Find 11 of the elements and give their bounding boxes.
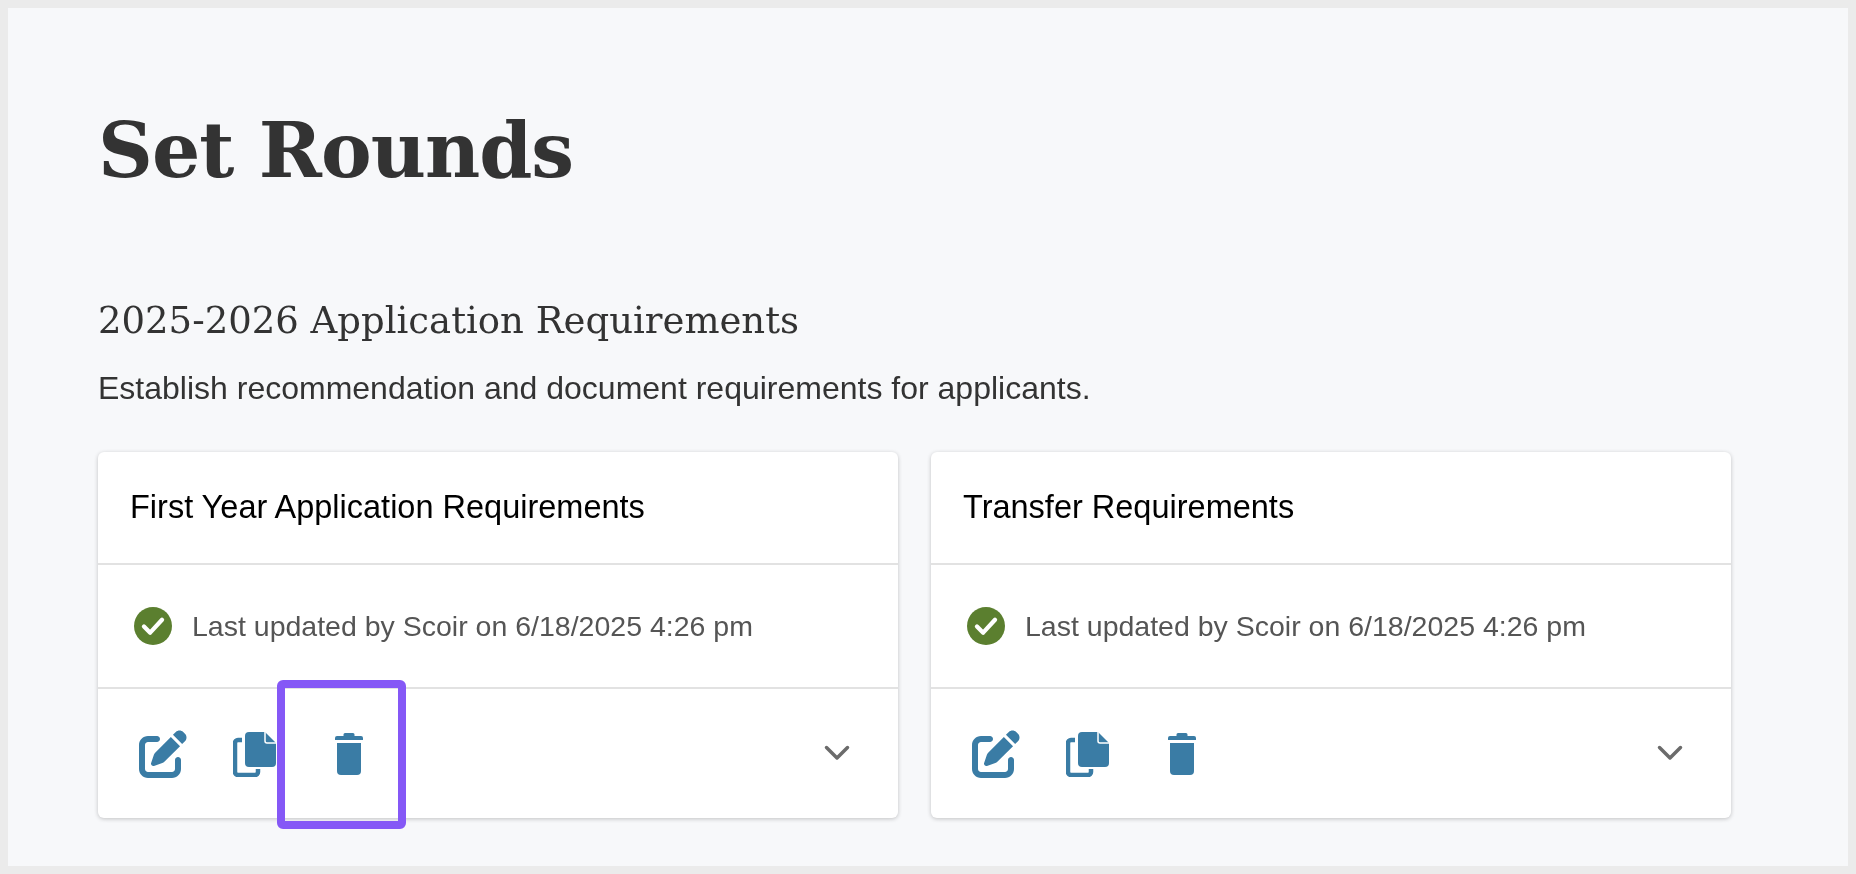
- section-title: 2025-2026 Application Requirements: [98, 302, 800, 339]
- trash-icon: [334, 732, 363, 775]
- card-title: First Year Application Requirements: [130, 491, 645, 524]
- trash-icon: [1167, 732, 1196, 775]
- copy-icon: [1066, 730, 1111, 777]
- card-title: Transfer Requirements: [963, 491, 1295, 524]
- copy-icon: [233, 730, 278, 777]
- last-updated-text: Last updated by Scoir on 6/18/2025 4:26 pm: [192, 611, 753, 641]
- page-title: Set Rounds: [98, 113, 574, 189]
- section-description: Establish recommendation and document requirements for applicants.: [98, 372, 1091, 404]
- last-updated-text: Last updated by Scoir on 6/18/2025 4:26 pm: [1025, 611, 1586, 641]
